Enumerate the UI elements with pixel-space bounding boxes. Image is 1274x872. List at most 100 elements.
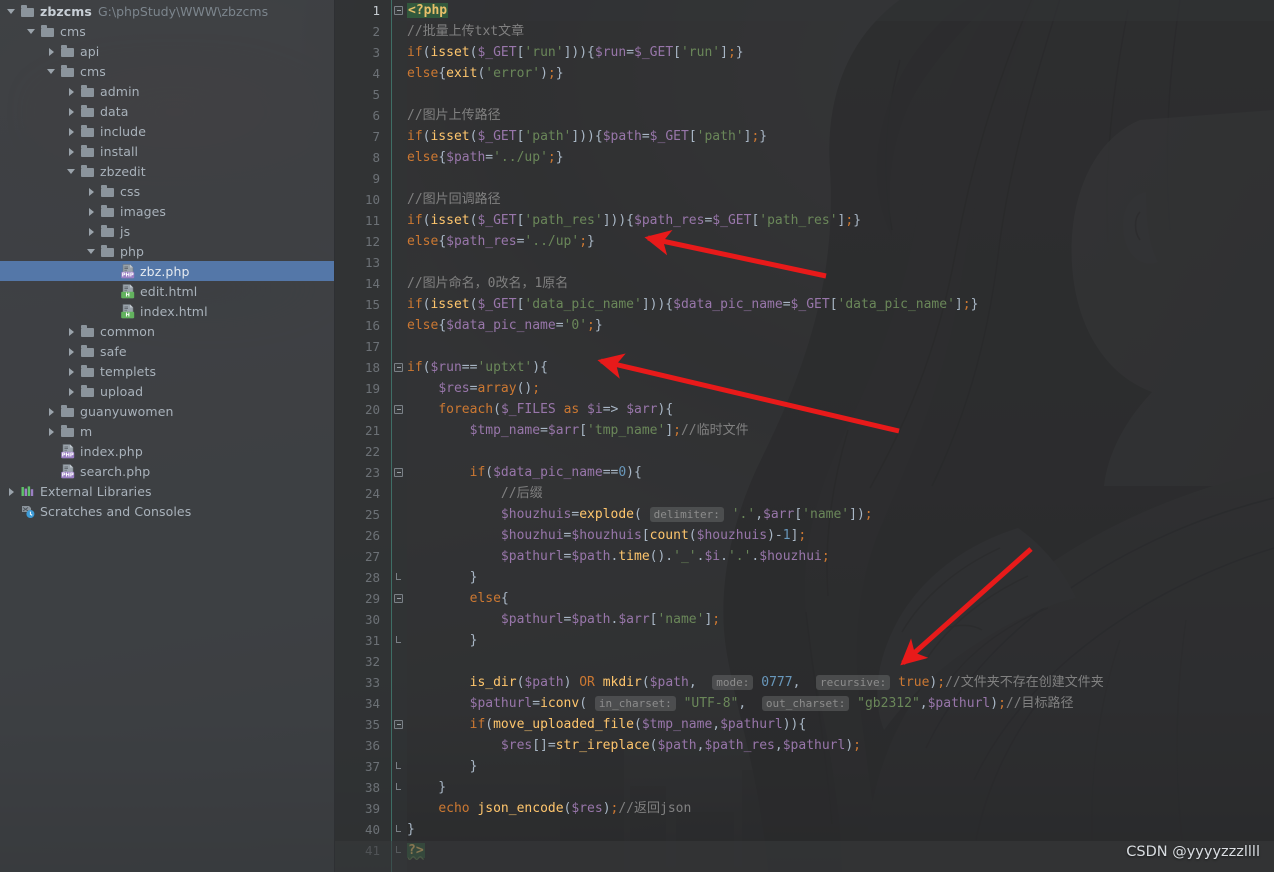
code-line: <?php <box>407 3 449 18</box>
fold-collapse-icon[interactable] <box>394 363 403 372</box>
line-number: 29 <box>364 591 380 606</box>
chevron-right-icon[interactable] <box>66 346 77 357</box>
chevron-right-icon[interactable] <box>66 106 77 117</box>
chevron-right-icon[interactable] <box>86 206 97 217</box>
fold-collapse-icon[interactable] <box>394 405 403 414</box>
tree-row-edit-html[interactable]: Hedit.html <box>0 281 334 301</box>
chevron-right-icon[interactable] <box>66 126 77 137</box>
tree-item-label: cms <box>80 63 106 79</box>
code-line: } <box>407 822 415 837</box>
fold-collapse-icon[interactable] <box>394 468 403 477</box>
tree-row-scratches-and-consoles[interactable]: Scratches and Consoles <box>0 501 334 521</box>
line-number: 33 <box>364 675 380 690</box>
chevron-right-icon[interactable] <box>46 426 57 437</box>
code-line: $pathurl=$path.$arr['name']; <box>500 612 721 627</box>
tree-row-zbzedit[interactable]: zbzedit <box>0 161 334 181</box>
html-file-icon: H <box>120 283 136 299</box>
code-text-area[interactable]: <?php //批量上传txt文章 if(isset($_GET['run'])){… <box>407 0 1274 872</box>
line-number: 19 <box>364 381 380 396</box>
tree-item-label: edit.html <box>140 283 198 299</box>
code-line: $pathurl=$path.time().'_'.$i.'.'.$houzhu… <box>500 549 830 564</box>
line-number: 17 <box>364 339 380 354</box>
tree-row-search-php[interactable]: PHP search.php <box>0 461 334 481</box>
tree-row-install[interactable]: install <box>0 141 334 161</box>
fold-collapse-icon[interactable] <box>394 720 403 729</box>
tree-row-php[interactable]: php <box>0 241 334 261</box>
fold-end-marker[interactable] <box>396 636 401 643</box>
tree-row-index-php[interactable]: PHP index.php <box>0 441 334 461</box>
tree-row-cms[interactable]: cms <box>0 61 334 81</box>
fold-collapse-icon[interactable] <box>394 6 403 15</box>
tree-row-external-libraries[interactable]: External Libraries <box>0 481 334 501</box>
fold-end-marker[interactable] <box>396 762 401 769</box>
chevron-right-icon[interactable] <box>66 86 77 97</box>
chevron-right-icon[interactable] <box>86 226 97 237</box>
code-line: $houzhui=$houzhuis[count($houzhuis)-1]; <box>500 528 807 543</box>
chevron-right-icon[interactable] <box>66 386 77 397</box>
project-tree[interactable]: zbzcms G:\phpStudy\WWW\zbzcms cms api cms adm… <box>0 1 334 521</box>
fold-collapse-icon[interactable] <box>394 594 403 603</box>
tree-row-root[interactable]: zbzcms G:\phpStudy\WWW\zbzcms <box>0 1 334 21</box>
tree-row-admin[interactable]: admin <box>0 81 334 101</box>
chevron-right-icon[interactable] <box>86 186 97 197</box>
code-line: //批量上传txt文章 <box>407 24 525 39</box>
code-editor[interactable]: 1 2 3 4 5 6 7 8 9 10 11 12 13 14 15 16 17 18 19 20 21 22 23 24 2… <box>335 0 1274 872</box>
code-line: if($run=='uptxt'){ <box>407 360 548 375</box>
tree-row-data[interactable]: data <box>0 101 334 121</box>
code-line: echo json_encode($res);//返回json <box>438 801 692 816</box>
tree-row-guanyuwomen[interactable]: guanyuwomen <box>0 401 334 421</box>
code-line: else{exit('error');} <box>407 66 564 81</box>
folder-icon <box>80 344 96 359</box>
code-line: $res=array(); <box>438 381 541 396</box>
svg-text:PHP: PHP <box>62 472 74 478</box>
php-file-icon: PHP <box>60 463 76 479</box>
folder-icon <box>60 424 76 439</box>
chevron-down-icon[interactable] <box>6 6 17 17</box>
folder-icon <box>40 24 56 39</box>
tree-row-cms[interactable]: cms <box>0 21 334 41</box>
svg-text:H: H <box>126 292 130 298</box>
chevron-down-icon[interactable] <box>26 26 37 37</box>
tree-row-common[interactable]: common <box>0 321 334 341</box>
chevron-down-icon[interactable] <box>46 66 57 77</box>
fold-end-marker[interactable] <box>396 573 401 580</box>
chevron-right-icon[interactable] <box>66 366 77 377</box>
fold-end-marker[interactable] <box>396 825 401 832</box>
tree-row-safe[interactable]: safe <box>0 341 334 361</box>
code-folding-strip[interactable] <box>390 0 407 872</box>
line-number: 5 <box>372 87 380 102</box>
line-number: 35 <box>364 717 380 732</box>
chevron-down-icon[interactable] <box>86 246 97 257</box>
tree-row-m[interactable]: m <box>0 421 334 441</box>
tree-row-upload[interactable]: upload <box>0 381 334 401</box>
tree-row-include[interactable]: include <box>0 121 334 141</box>
fold-end-marker[interactable] <box>396 783 401 790</box>
project-tool-window[interactable]: zbzcms G:\phpStudy\WWW\zbzcms cms api cms adm… <box>0 0 335 872</box>
ide-window: zbzcms G:\phpStudy\WWW\zbzcms cms api cms adm… <box>0 0 1274 872</box>
tree-row-images[interactable]: images <box>0 201 334 221</box>
tree-item-label: php <box>120 243 145 259</box>
chevron-down-icon[interactable] <box>66 166 77 177</box>
chevron-right-icon[interactable] <box>6 486 17 497</box>
tree-row-api[interactable]: api <box>0 41 334 61</box>
chevron-right-icon[interactable] <box>66 146 77 157</box>
line-number: 30 <box>364 612 380 627</box>
tree-item-label: Scratches and Consoles <box>40 503 192 519</box>
tree-item-label: zbzedit <box>100 163 146 179</box>
tree-row-js[interactable]: js <box>0 221 334 241</box>
line-number: 36 <box>364 738 380 753</box>
folder-icon <box>100 244 116 259</box>
tree-row-css[interactable]: css <box>0 181 334 201</box>
tree-row-index-html[interactable]: Hindex.html <box>0 301 334 321</box>
tree-row-zbz-php[interactable]: PHP zbz.php <box>0 261 334 281</box>
code-line: else{$data_pic_name='0';} <box>407 318 603 333</box>
php-file-icon: PHP <box>60 443 76 459</box>
tree-item-label: index.php <box>80 443 143 459</box>
chevron-right-icon[interactable] <box>46 406 57 417</box>
tree-row-templets[interactable]: templets <box>0 361 334 381</box>
chevron-right-icon[interactable] <box>46 46 57 57</box>
editor-gutter[interactable]: 1 2 3 4 5 6 7 8 9 10 11 12 13 14 15 16 17 18 19 20 21 22 23 24 2… <box>335 0 390 872</box>
chevron-right-icon[interactable] <box>66 326 77 337</box>
